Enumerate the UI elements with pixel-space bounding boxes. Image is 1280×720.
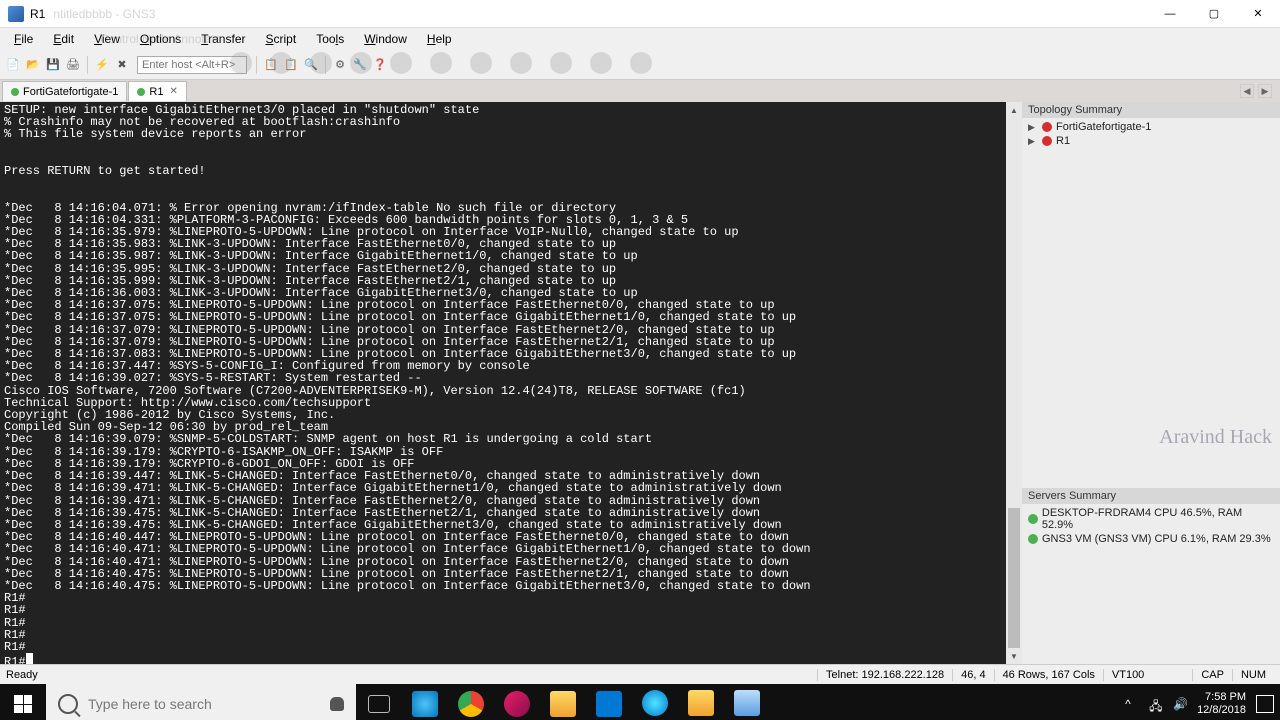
tab-fortigate[interactable]: FortiGatefortigate-1	[2, 81, 127, 101]
topology-item-r1[interactable]: ▶ R1	[1026, 134, 1276, 148]
tab-next-button[interactable]: ▶	[1258, 84, 1272, 98]
tree-item-label: R1	[1056, 135, 1070, 147]
taskbar-search[interactable]: Type here to search	[46, 684, 356, 720]
windows-taskbar: Type here to search ^ 🖧 🔊 7:58 PM 12/8/2…	[0, 684, 1280, 720]
node-status-icon	[1042, 136, 1052, 146]
app-icon	[8, 6, 24, 22]
scroll-up-icon[interactable]: ▲	[1006, 102, 1022, 118]
status-num-lock: NUM	[1232, 669, 1274, 681]
tab-prev-button[interactable]: ◀	[1240, 84, 1254, 98]
minimize-button[interactable]: —	[1148, 0, 1192, 28]
windows-logo-icon	[14, 695, 32, 713]
toolbar-separator	[87, 56, 88, 74]
background-window-title: ntitledbbbb - GNS3	[53, 7, 155, 21]
menu-window[interactable]: Window	[354, 30, 417, 48]
toolbar-open-icon[interactable]: 📂	[24, 56, 42, 74]
scrollbar-thumb[interactable]	[1008, 508, 1020, 648]
servers-panel-title: Servers Summary	[1022, 488, 1280, 504]
taskbar-edge-icon[interactable]	[632, 684, 678, 720]
tab-status-icon	[137, 88, 145, 96]
tab-status-icon	[11, 88, 19, 96]
tab-label: FortiGatefortigate-1	[23, 86, 118, 98]
window-controls: — ▢ ✕	[1148, 0, 1280, 28]
terminal-output[interactable]: SETUP: new interface GigabitEthernet3/0 …	[0, 102, 1006, 664]
clock-time: 7:58 PM	[1197, 691, 1246, 704]
search-placeholder: Type here to search	[88, 696, 212, 712]
status-connection: Telnet: 192.168.222.128	[817, 669, 952, 681]
taskbar-securecrt-icon[interactable]	[724, 684, 770, 720]
topology-item-fortigate[interactable]: ▶ FortiGatefortigate-1	[1026, 120, 1276, 134]
server-item-label: DESKTOP-FRDRAM4 CPU 46.5%, RAM 52.9%	[1042, 507, 1274, 531]
server-item-gns3vm[interactable]: GNS3 VM (GNS3 VM) CPU 6.1%, RAM 29.3%	[1026, 532, 1276, 546]
server-item-label: GNS3 VM (GNS3 VM) CPU 6.1%, RAM 29.3%	[1042, 533, 1271, 545]
menu-file[interactable]: File	[4, 30, 43, 48]
tab-r1[interactable]: R1 ✕	[128, 81, 186, 101]
tree-toggle-icon[interactable]: ▶	[1028, 136, 1038, 147]
tray-network-icon[interactable]: 🖧	[1149, 697, 1163, 711]
toolbar-connect-icon[interactable]: ⚡	[93, 56, 111, 74]
toolbar-disconnect-icon[interactable]: ✖	[113, 56, 131, 74]
title-bar: R1ntitledbbbb - GNS3 — ▢ ✕	[0, 0, 1280, 28]
toolbar-new-icon[interactable]: 📄	[4, 56, 22, 74]
status-emulation: VT100	[1103, 669, 1152, 681]
taskbar-apps	[356, 684, 770, 720]
taskbar-ie-icon[interactable]	[402, 684, 448, 720]
close-button[interactable]: ✕	[1236, 0, 1280, 28]
menu-script[interactable]: Script	[256, 30, 307, 48]
taskbar-outlook-icon[interactable]	[586, 684, 632, 720]
tab-close-icon[interactable]: ✕	[169, 86, 177, 97]
toolbar-print-icon[interactable]: 🖨	[64, 56, 82, 74]
scroll-down-icon[interactable]: ▼	[1006, 648, 1022, 664]
tab-navigation: ◀ ▶	[1240, 84, 1272, 98]
tray-icons: ^ 🖧 🔊	[1125, 697, 1187, 711]
topology-panel-title: Topology Summary	[1022, 102, 1280, 118]
menu-tools[interactable]: Tools	[306, 30, 354, 48]
server-item-desktop[interactable]: DESKTOP-FRDRAM4 CPU 46.5%, RAM 52.9%	[1026, 506, 1276, 532]
watermark-text: Aravind Hack	[1159, 426, 1272, 449]
taskbar-clock[interactable]: 7:58 PM 12/8/2018	[1197, 691, 1246, 717]
status-bar: Ready Telnet: 192.168.222.128 46, 4 46 R…	[0, 664, 1280, 684]
server-status-icon	[1028, 534, 1038, 544]
status-ready: Ready	[6, 669, 817, 681]
microphone-icon[interactable]	[330, 697, 344, 711]
start-button[interactable]	[0, 684, 46, 720]
tray-up-icon[interactable]: ^	[1125, 697, 1139, 711]
taskbar-explorer-icon[interactable]	[540, 684, 586, 720]
taskbar-gns3-icon[interactable]	[678, 684, 724, 720]
status-cursor-pos: 46, 4	[952, 669, 993, 681]
search-icon	[58, 694, 78, 714]
clock-date: 12/8/2018	[1197, 704, 1246, 717]
window-title: R1ntitledbbbb - GNS3	[30, 7, 1148, 21]
vertical-scrollbar[interactable]: ▲ ▼	[1006, 102, 1022, 664]
menu-help[interactable]: Help	[417, 30, 462, 48]
toolbar-save-icon[interactable]: 💾	[44, 56, 62, 74]
taskbar-app1-icon[interactable]	[494, 684, 540, 720]
task-view-button[interactable]	[356, 684, 402, 720]
toolbar: 📄 📂 💾 🖨 ⚡ ✖ 📋 📋 🔍 ⚙ 🔧 ❓	[0, 50, 1280, 80]
scrollbar-track[interactable]	[1006, 118, 1022, 648]
maximize-button[interactable]: ▢	[1192, 0, 1236, 28]
taskbar-chrome-icon[interactable]	[448, 684, 494, 720]
system-tray: ^ 🖧 🔊 7:58 PM 12/8/2018	[1125, 691, 1280, 717]
tab-bar: FortiGatefortigate-1 R1 ✕ ◀ ▶	[0, 80, 1280, 102]
status-terminal-size: 46 Rows, 167 Cols	[994, 669, 1103, 681]
server-status-icon	[1028, 514, 1038, 524]
background-menu-ghost: Control Node Annotate	[100, 32, 221, 46]
menu-edit[interactable]: Edit	[43, 30, 84, 48]
tree-item-label: FortiGatefortigate-1	[1056, 121, 1151, 133]
status-caps-lock: CAP	[1192, 669, 1232, 681]
tree-toggle-icon[interactable]: ▶	[1028, 122, 1038, 133]
servers-panel-body: DESKTOP-FRDRAM4 CPU 46.5%, RAM 52.9% GNS…	[1022, 504, 1280, 664]
node-status-icon	[1042, 122, 1052, 132]
background-toolbar-ghost	[230, 52, 652, 74]
main-content: SETUP: new interface GigabitEthernet3/0 …	[0, 102, 1280, 664]
side-panels: Topology Summary ▶ FortiGatefortigate-1 …	[1022, 102, 1280, 664]
tab-label: R1	[149, 86, 163, 98]
tray-volume-icon[interactable]: 🔊	[1173, 697, 1187, 711]
menu-bar: File Edit View Options Transfer Script T…	[0, 28, 1280, 50]
notifications-icon[interactable]	[1256, 695, 1274, 713]
topology-panel-body: ▶ FortiGatefortigate-1 ▶ R1	[1022, 118, 1280, 150]
